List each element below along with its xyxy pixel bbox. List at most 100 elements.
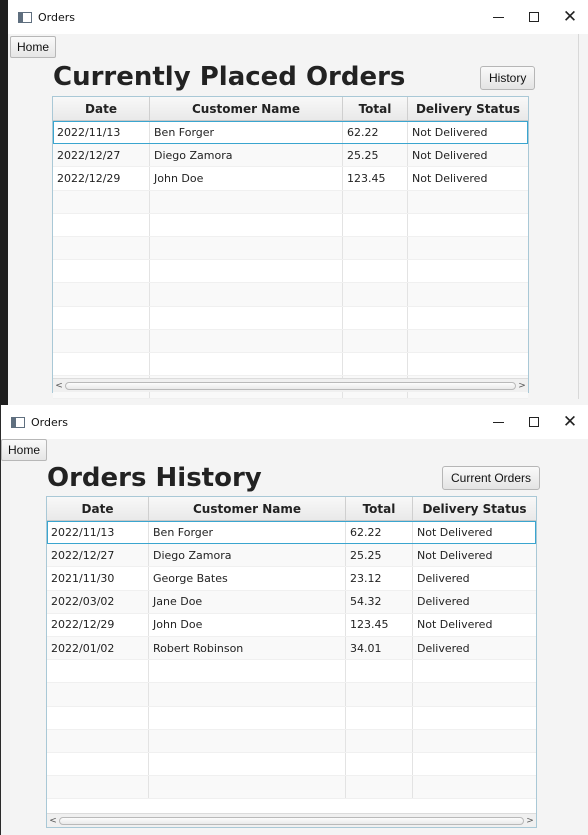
- cell-date: [53, 352, 150, 376]
- scroll-thumb[interactable]: [65, 381, 516, 390]
- scroll-left-icon[interactable]: <: [53, 381, 65, 391]
- table-row[interactable]: 2022/03/02 Jane Doe 54.32 Delivered: [47, 590, 536, 614]
- table-row[interactable]: [47, 683, 536, 707]
- home-button[interactable]: Home: [10, 36, 57, 58]
- table-row[interactable]: [47, 776, 536, 800]
- cell-total: 62.22: [346, 521, 413, 544]
- orders-history-table[interactable]: Date Customer Name Total Delivery Status 20…: [46, 496, 537, 828]
- table-row[interactable]: [53, 190, 528, 214]
- orders-window-history: Orders ✕ Home Orders History Current Ord…: [0, 405, 588, 835]
- cell-total: [346, 776, 413, 799]
- table-row[interactable]: [47, 660, 536, 684]
- cell-delivery-status: [413, 730, 536, 752]
- table-row[interactable]: [47, 729, 536, 753]
- table-row[interactable]: 2022/11/13 Ben Forger 62.22 Not Delivered: [53, 121, 528, 145]
- minimize-button[interactable]: [480, 0, 516, 34]
- table-row[interactable]: 2022/12/27 Diego Zamora 25.25 Not Delivered: [53, 144, 528, 168]
- cell-total: [343, 236, 408, 260]
- cell-date: [47, 706, 149, 729]
- cell-delivery-status: Not Delivered: [417, 525, 493, 539]
- cell-total: [343, 329, 408, 352]
- table-row[interactable]: [53, 352, 528, 377]
- cell-delivery-status: [413, 660, 536, 682]
- column-header-date[interactable]: Date: [53, 97, 150, 120]
- minimize-icon: [492, 16, 504, 18]
- table-row[interactable]: [53, 236, 528, 261]
- maximize-icon: [529, 417, 539, 427]
- table-row[interactable]: [47, 706, 536, 730]
- maximize-icon: [529, 12, 539, 22]
- table-row[interactable]: 2022/12/29 John Doe 123.45 Not Delivered: [53, 167, 528, 191]
- column-header-total[interactable]: Total: [343, 97, 408, 120]
- cell-date: [53, 190, 150, 213]
- table-row[interactable]: [53, 306, 528, 330]
- table-row[interactable]: 2022/11/13 Ben Forger 62.22 Not Delivered: [47, 521, 536, 545]
- cell-date: 2022/03/02: [47, 590, 149, 613]
- cell-date: [47, 776, 149, 799]
- orders-window-current: Orders ✕ Home Currently Placed Orders Hi…: [0, 0, 588, 425]
- scroll-right-icon[interactable]: >: [516, 381, 528, 391]
- column-header-customer-name[interactable]: Customer Name: [150, 97, 343, 120]
- table-row[interactable]: [53, 213, 528, 237]
- close-button[interactable]: ✕: [552, 0, 588, 34]
- cell-customer-name: [150, 352, 343, 376]
- table-row[interactable]: 2022/01/02 Robert Robinson 34.01 Delivered: [47, 636, 536, 661]
- table-row[interactable]: [53, 283, 528, 307]
- cell-customer-name: George Bates: [149, 567, 346, 590]
- cell-date: [53, 213, 150, 236]
- cell-total: [346, 660, 413, 683]
- cell-total: 25.25: [343, 144, 408, 167]
- minimize-button[interactable]: [480, 405, 516, 439]
- scroll-thumb[interactable]: [59, 816, 524, 825]
- scroll-left-icon[interactable]: <: [47, 816, 59, 826]
- cell-total: [343, 260, 408, 283]
- table-row[interactable]: 2022/12/27 Diego Zamora 25.25 Not Delivered: [47, 544, 536, 568]
- history-button[interactable]: History: [480, 66, 536, 90]
- cell-delivery-status: [408, 237, 528, 259]
- cell-total: [343, 213, 408, 236]
- cell-date: 2021/11/30: [47, 567, 149, 590]
- home-button[interactable]: Home: [1, 439, 48, 461]
- cell-date: 2022/12/27: [53, 144, 150, 167]
- cell-date: 2022/12/29: [53, 167, 150, 190]
- window-vertical-scrollbar[interactable]: [578, 34, 588, 399]
- cell-customer-name: [150, 190, 343, 213]
- cell-total: 123.45: [343, 167, 408, 190]
- cell-customer-name: [149, 706, 346, 729]
- cell-delivery-status: Not Delivered: [417, 548, 493, 562]
- cell-customer-name: John Doe: [149, 613, 346, 636]
- column-header-delivery-status[interactable]: Delivery Status: [408, 97, 528, 120]
- page-title: Orders History: [47, 463, 262, 493]
- maximize-button[interactable]: [516, 405, 552, 439]
- orders-table[interactable]: Date Customer Name Total Delivery Status 20…: [52, 96, 529, 400]
- scroll-right-icon[interactable]: >: [524, 816, 536, 826]
- table-row[interactable]: 2021/11/30 George Bates 23.12 Delivered: [47, 567, 536, 591]
- table-row[interactable]: [53, 329, 528, 353]
- cell-date: 2022/01/02: [47, 636, 149, 660]
- column-header-total[interactable]: Total: [346, 497, 413, 520]
- table-body: 2022/11/13 Ben Forger 62.22 Not Delivered 20…: [53, 121, 528, 400]
- column-header-date[interactable]: Date: [47, 497, 149, 520]
- table-header: Date Customer Name Total Delivery Status: [47, 497, 536, 521]
- app-window-icon: [18, 11, 32, 23]
- cell-customer-name: [150, 306, 343, 329]
- column-header-delivery-status[interactable]: Delivery Status: [413, 497, 536, 520]
- cell-delivery-status: [408, 214, 528, 236]
- cell-customer-name: [149, 660, 346, 683]
- table-row[interactable]: [53, 260, 528, 284]
- cell-customer-name: [149, 729, 346, 752]
- app-window-icon: [11, 416, 25, 428]
- cell-customer-name: [150, 213, 343, 236]
- table-horizontal-scrollbar[interactable]: < >: [53, 378, 528, 392]
- cell-total: [343, 352, 408, 376]
- page-title: Currently Placed Orders: [53, 62, 406, 92]
- column-header-customer-name[interactable]: Customer Name: [149, 497, 346, 520]
- maximize-button[interactable]: [516, 0, 552, 34]
- table-row[interactable]: 2022/12/29 John Doe 123.45 Not Delivered: [47, 613, 536, 637]
- table-horizontal-scrollbar[interactable]: < >: [47, 813, 536, 827]
- title-bar: Orders ✕: [8, 0, 588, 34]
- close-button[interactable]: ✕: [552, 405, 588, 439]
- current-orders-button[interactable]: Current Orders: [442, 466, 541, 490]
- cell-date: [47, 752, 149, 776]
- table-row[interactable]: [47, 752, 536, 777]
